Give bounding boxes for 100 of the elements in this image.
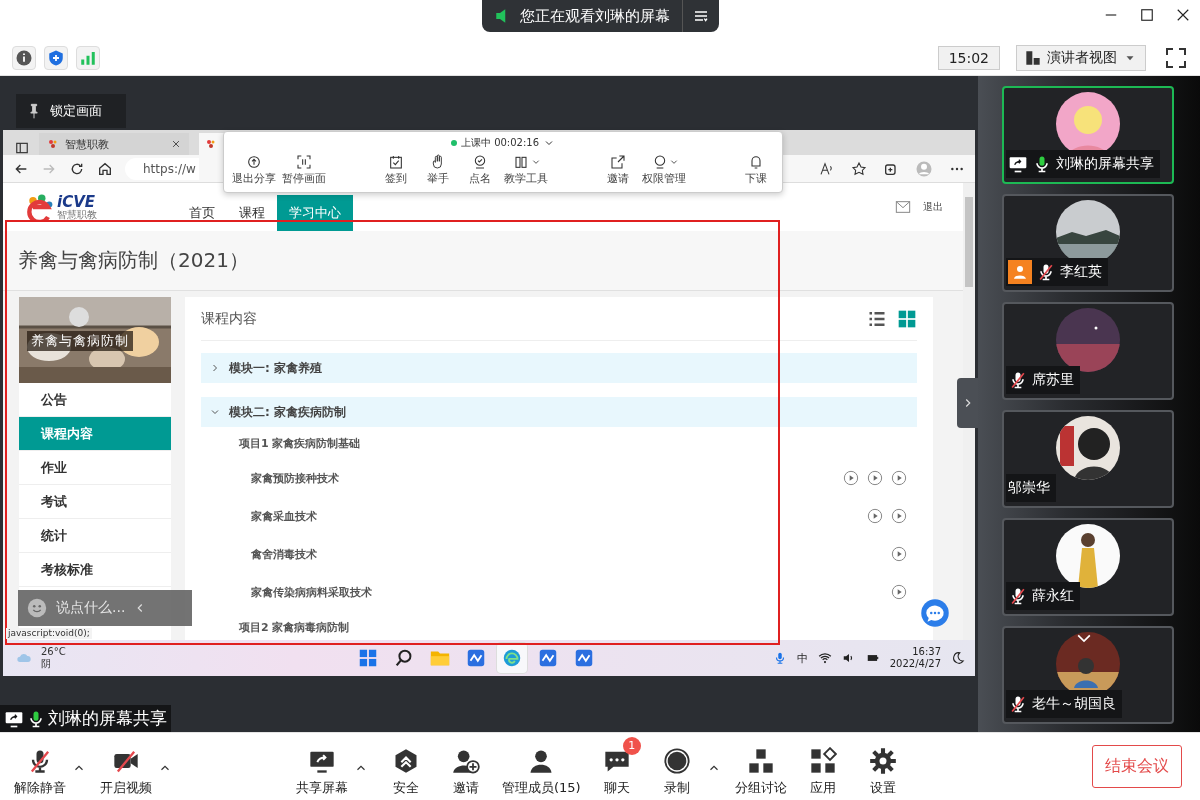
fullscreen-icon[interactable]	[1164, 45, 1188, 70]
settings-icon	[868, 746, 897, 775]
info-icon[interactable]	[15, 48, 33, 67]
toolbar-button[interactable]: 暂停画面	[282, 154, 326, 186]
toolbar-button[interactable]: 应用	[792, 736, 853, 797]
play-icon[interactable]	[843, 470, 859, 486]
shield-icon[interactable]	[47, 48, 65, 67]
browser-icon[interactable]	[501, 647, 523, 669]
toolbar-button[interactable]: 录制	[646, 736, 707, 797]
participant-tile[interactable]: 刘琳的屏幕共享	[1002, 86, 1174, 184]
toolbar-button[interactable]: 举手	[420, 154, 456, 186]
participant-tile[interactable]: 老牛～胡国良	[1002, 626, 1174, 724]
site-icon	[205, 138, 217, 150]
weather-text: 阴	[41, 658, 52, 670]
class-status: 上课中 00:02:16	[460, 136, 540, 150]
play-icon[interactable]	[891, 470, 907, 486]
play-icon[interactable]	[891, 546, 907, 562]
toolbar-button[interactable]: 退出分享	[232, 154, 276, 186]
module-row[interactable]: 模块二: 家禽疾病防制	[201, 397, 917, 427]
participant-tile[interactable]: 李红英	[1002, 194, 1174, 292]
toolbar-button[interactable]: 下课	[738, 154, 774, 186]
toolbar-button[interactable]: 共享屏幕	[290, 736, 354, 797]
record-icon	[662, 746, 691, 775]
module-title: 模块二: 家禽疾病防制	[229, 403, 346, 421]
person-icon	[1011, 263, 1029, 281]
participant-tile[interactable]: 薛永红	[1002, 518, 1174, 616]
browser-tab[interactable]: 智慧职教	[39, 133, 189, 155]
lesson-title[interactable]: 家禽采血技术	[251, 508, 317, 524]
chat-placeholder: 说点什么...	[56, 599, 126, 617]
pause-icon	[295, 154, 313, 170]
lesson-title[interactable]: 禽舍消毒技术	[251, 546, 317, 562]
app-icon[interactable]	[573, 647, 595, 669]
toolbar-button[interactable]: 权限管理	[642, 154, 686, 186]
cover-caption: 养禽与禽病防制	[27, 331, 133, 351]
course-menu-item[interactable]: 考核标准	[19, 553, 171, 587]
toolbar-button[interactable]: 点名	[462, 154, 498, 186]
tab-title: 智慧职教	[65, 136, 109, 152]
chat-icon[interactable]	[920, 598, 950, 628]
toolbar-button[interactable]: 签到	[378, 154, 414, 186]
nav-link[interactable]: 课程	[227, 195, 277, 231]
menu-icon[interactable]	[692, 8, 709, 24]
browser-tab[interactable]	[199, 133, 225, 155]
toolbar-button[interactable]: 聊天 1	[586, 736, 647, 797]
invite-icon	[609, 154, 627, 170]
toolbar-button[interactable]: 安全	[376, 736, 436, 797]
meeting-time: 15:02	[937, 45, 1000, 70]
participant-name: 刘琳的屏幕共享	[1056, 155, 1154, 173]
lock-screen-tooltip[interactable]: 锁定画面	[16, 94, 126, 128]
course-title: 养禽与禽病防制（2021）	[3, 231, 963, 291]
view-dropdown[interactable]: 演讲者视图	[1016, 44, 1146, 71]
lesson-title[interactable]: 家禽传染病病料采取技术	[251, 584, 372, 600]
emoji-icon[interactable]	[26, 597, 48, 619]
participant-tile[interactable]: 席苏里	[1002, 302, 1174, 400]
course-menu-item[interactable]: 统计	[19, 519, 171, 553]
app-icon[interactable]	[537, 647, 559, 669]
toolbar-button[interactable]: 解除静音	[8, 736, 72, 797]
toolbar-button[interactable]: 设置	[852, 736, 913, 797]
play-icon[interactable]	[891, 508, 907, 524]
logout-link[interactable]: 退出	[923, 200, 943, 214]
nav-link[interactable]: 首页	[177, 195, 227, 231]
grid-view-icon[interactable]	[897, 308, 917, 329]
mail-icon[interactable]	[893, 199, 913, 215]
toolbar-button[interactable]: 邀请	[600, 154, 636, 186]
toolbar-button[interactable]: 分组讨论	[728, 736, 793, 797]
toolbar-button[interactable]: 邀请	[436, 736, 496, 797]
module-row[interactable]: 模块一: 家禽养殖	[201, 353, 917, 383]
start-icon[interactable]	[357, 647, 379, 669]
exit-icon	[245, 154, 263, 170]
project-title: 项目1 家禽疾病防制基础	[238, 435, 362, 452]
module-title: 模块一: 家禽养殖	[229, 359, 322, 377]
play-icon[interactable]	[867, 508, 883, 524]
read-aloud-icon[interactable]	[819, 160, 835, 177]
collapse-handle[interactable]	[957, 378, 979, 428]
breakout-icon	[746, 746, 775, 775]
course-menu-item[interactable]: 作业	[19, 451, 171, 485]
toolbar-button[interactable]: 教学工具	[504, 154, 548, 186]
clock-date[interactable]: 2022/4/27	[889, 658, 941, 670]
maximize-icon[interactable]	[1138, 6, 1156, 24]
participant-tile[interactable]: 邬崇华	[1002, 410, 1174, 508]
participant-name: 李红英	[1060, 263, 1102, 281]
input-method[interactable]: 中	[796, 650, 808, 666]
end-meeting-button[interactable]: 结束会议	[1092, 745, 1182, 788]
toolbar-button[interactable]: 开启视频	[94, 736, 158, 797]
play-icon[interactable]	[891, 584, 907, 600]
clock-time[interactable]: 16:37	[912, 646, 941, 658]
lesson-title[interactable]: 家禽预防接种技术	[251, 470, 339, 486]
temperature: 26°C	[41, 646, 66, 658]
course-menu-item[interactable]: 考试	[19, 485, 171, 519]
apps-icon	[808, 746, 837, 775]
app-icon[interactable]	[465, 647, 487, 669]
chat-input[interactable]: 说点什么...	[18, 590, 192, 626]
home-icon[interactable]	[97, 160, 113, 177]
play-icon[interactable]	[867, 470, 883, 486]
participant-name: 席苏里	[1032, 371, 1074, 389]
toolbar-button[interactable]: 管理成员(15)	[496, 736, 587, 797]
favorites-icon[interactable]	[851, 160, 867, 177]
wifi-icon[interactable]	[817, 651, 832, 665]
site-icon	[47, 138, 59, 150]
moon-icon[interactable]	[951, 651, 965, 665]
address-field[interactable]: https://w	[125, 157, 199, 180]
